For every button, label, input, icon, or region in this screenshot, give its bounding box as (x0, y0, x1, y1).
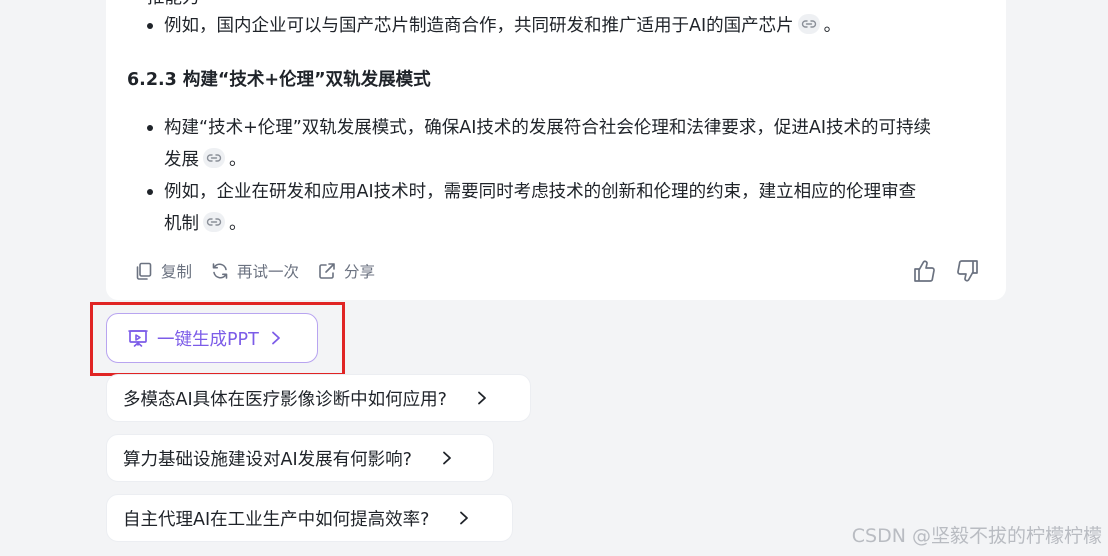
refresh-icon (212, 263, 228, 279)
chevron-right-icon (457, 510, 471, 526)
source-link-icon[interactable] (203, 212, 225, 232)
answer-actions: 复制 再试一次 分享 (134, 258, 393, 284)
share-button[interactable]: 分享 (317, 260, 375, 282)
suggested-question-label: 算力基础设施建设对AI发展有何影响? (123, 449, 412, 470)
bullet-dot (147, 189, 153, 195)
copy-button[interactable]: 复制 (134, 260, 192, 282)
bullet-dot (147, 125, 153, 131)
thumbs-up-button[interactable] (912, 258, 938, 288)
partial-line-text: 推能力 (147, 0, 200, 8)
section-heading: 6.2.3 构建“技术+伦理”双轨发展模式 (127, 70, 431, 90)
bullet-text: 例如，国内企业可以与国产芯片制造商合作，共同研发和推广适用于AI的国产芯片 (164, 16, 794, 36)
suggested-question-label: 多模态AI具体在医疗影像诊断中如何应用? (123, 389, 447, 410)
bullet-text: 机制 (164, 214, 199, 234)
bullet-continuation: 机制 。 (164, 208, 247, 240)
bullet-dot (147, 23, 153, 29)
bullet-continuation: 发展 。 (164, 144, 247, 176)
thumbs-down-icon (957, 260, 978, 282)
suggested-question-label: 自主代理AI在工业生产中如何提高效率? (123, 509, 430, 530)
chevron-right-icon (269, 330, 283, 346)
generate-ppt-label: 一键生成PPT (157, 329, 259, 350)
copy-icon (136, 262, 152, 280)
thumbs-up-icon (914, 260, 935, 282)
presentation-icon (127, 327, 149, 349)
suggested-question[interactable]: 算力基础设施建设对AI发展有何影响? (106, 434, 494, 482)
watermark: CSDN @坚毅不拔的柠檬柠檬 (851, 525, 1102, 547)
chevron-right-icon (440, 450, 454, 466)
thumbs-down-button[interactable] (954, 258, 980, 288)
share-icon (319, 263, 335, 279)
bullet-tail: 。 (229, 150, 247, 170)
bullet-tail: 。 (229, 214, 247, 234)
suggested-question[interactable]: 自主代理AI在工业生产中如何提高效率? (106, 494, 513, 542)
chevron-right-icon (475, 390, 489, 406)
generate-ppt-button[interactable]: 一键生成PPT (106, 313, 318, 363)
source-link-icon[interactable] (203, 148, 225, 168)
retry-button[interactable]: 再试一次 (210, 260, 299, 282)
bullet-text: 构建“技术+伦理”双轨发展模式，确保AI技术的发展符合社会伦理和法律要求，促进A… (164, 118, 932, 138)
share-label: 分享 (344, 263, 376, 281)
bullet-text: 发展 (164, 150, 199, 170)
suggested-question[interactable]: 多模态AI具体在医疗影像诊断中如何应用? (106, 374, 531, 422)
bullet-text: 例如，企业在研发和应用AI技术时，需要同时考虑技术的创新和伦理的约束，建立相应的… (164, 182, 917, 202)
copy-label: 复制 (161, 263, 193, 281)
source-link-icon[interactable] (797, 14, 820, 34)
bullet-tail: 。 (823, 16, 842, 36)
retry-label: 再试一次 (237, 263, 300, 281)
